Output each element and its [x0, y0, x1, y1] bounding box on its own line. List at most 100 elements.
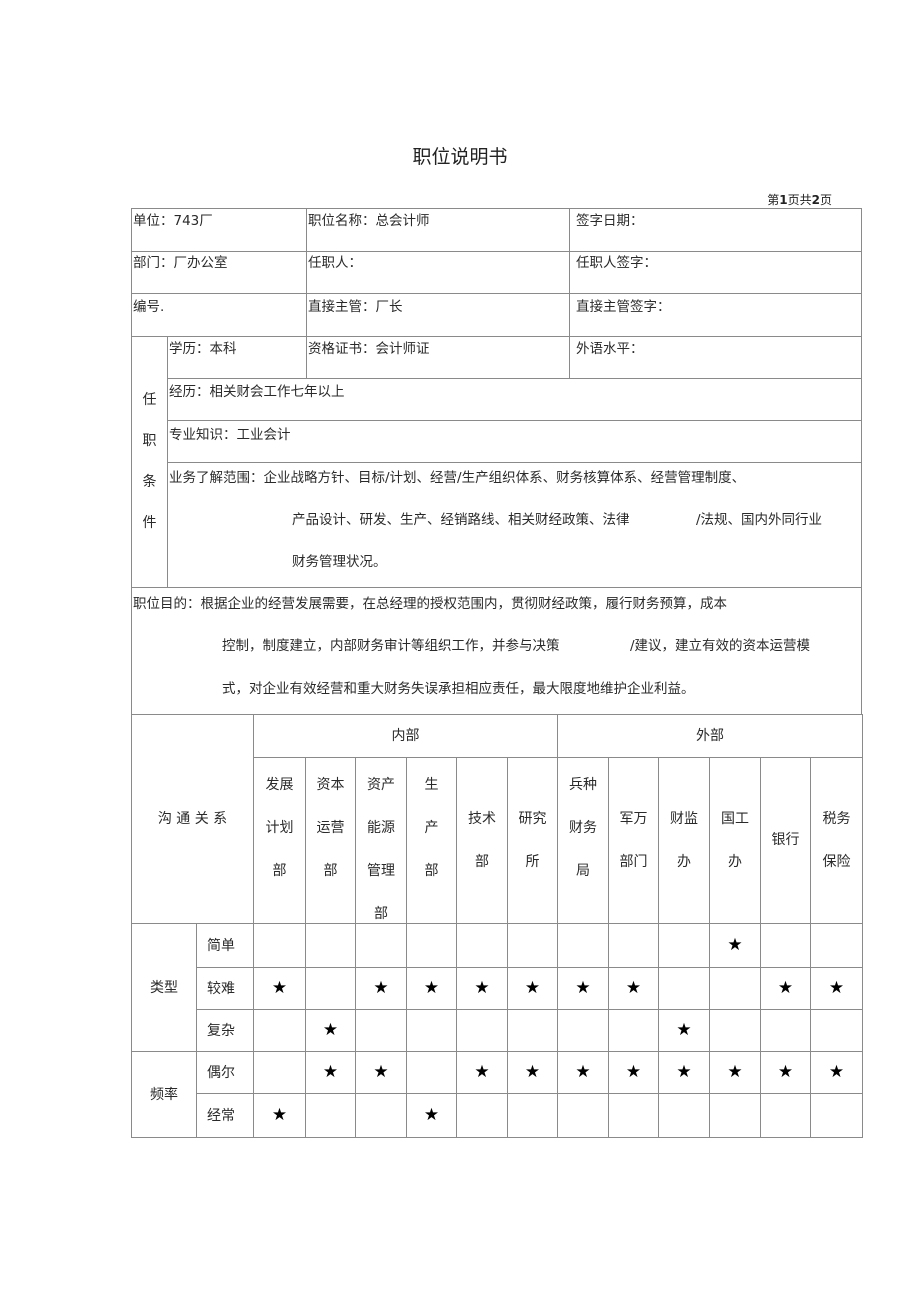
- mark-cell[interactable]: ★: [456, 967, 508, 1010]
- mark-cell[interactable]: [658, 967, 710, 1010]
- mark-cell[interactable]: [253, 1009, 306, 1052]
- purpose-line-3: 式，对企业有效经营和重大财务失误承担相应责任，最大限度地维护企业利益。: [222, 681, 695, 697]
- mark-cell[interactable]: ★: [253, 967, 306, 1010]
- mark-cell[interactable]: [305, 967, 356, 1010]
- mark-cell[interactable]: [658, 1093, 710, 1138]
- incumbent-cell[interactable]: 任职人：: [306, 251, 570, 294]
- number-cell[interactable]: 编号.: [131, 293, 307, 337]
- mark-cell[interactable]: [355, 1009, 407, 1052]
- column-header-line: 办: [728, 853, 742, 870]
- mark-cell[interactable]: [760, 1093, 811, 1138]
- mark-cell[interactable]: ★: [557, 967, 609, 1010]
- mark-cell[interactable]: ★: [760, 1051, 811, 1094]
- department-cell: 部门：厂办公室: [131, 251, 307, 294]
- mark-cell[interactable]: ★: [760, 967, 811, 1010]
- mark-cell[interactable]: ★: [355, 1051, 407, 1094]
- department-field: 部门：厂办公室: [133, 255, 228, 271]
- mark-cell[interactable]: [507, 923, 558, 968]
- mark-cell[interactable]: [760, 1009, 811, 1052]
- star-icon: ★: [676, 1020, 692, 1040]
- knowledge-cell: 专业知识：工业会计: [167, 420, 862, 463]
- column-header: 研究所: [507, 757, 558, 924]
- mark-cell[interactable]: [810, 923, 863, 968]
- communication-label-cell: 沟 通 关 系: [131, 714, 254, 924]
- mark-cell[interactable]: [305, 923, 356, 968]
- mark-cell[interactable]: ★: [709, 923, 761, 968]
- mark-cell[interactable]: ★: [355, 967, 407, 1010]
- mark-cell[interactable]: ★: [810, 967, 863, 1010]
- mark-cell[interactable]: [456, 1093, 508, 1138]
- star-icon: ★: [777, 1062, 794, 1082]
- mark-cell[interactable]: ★: [507, 1051, 558, 1094]
- star-icon: ★: [423, 978, 440, 998]
- position-name-field: 职位名称：总会计师: [308, 213, 430, 229]
- mark-cell[interactable]: [608, 1009, 659, 1052]
- mark-cell[interactable]: ★: [406, 967, 457, 1010]
- mark-cell[interactable]: [305, 1093, 356, 1138]
- mark-cell[interactable]: ★: [305, 1051, 356, 1094]
- sign-date-field: 签字日期：: [576, 213, 644, 229]
- mark-cell[interactable]: ★: [305, 1009, 356, 1052]
- column-header-line: 兵种: [569, 777, 597, 793]
- external-label: 外部: [696, 728, 724, 744]
- mark-cell[interactable]: [709, 967, 761, 1010]
- star-icon: ★: [524, 1062, 541, 1082]
- mark-cell[interactable]: ★: [406, 1093, 457, 1138]
- mark-cell[interactable]: ★: [557, 1051, 609, 1094]
- mark-cell[interactable]: ★: [456, 1051, 508, 1094]
- mark-cell[interactable]: [507, 1009, 558, 1052]
- mark-cell[interactable]: ★: [658, 1051, 710, 1094]
- mark-cell[interactable]: [355, 1093, 407, 1138]
- supervisor-sign-cell[interactable]: 直接主管签字：: [569, 293, 862, 337]
- mark-cell[interactable]: ★: [810, 1051, 863, 1094]
- incumbent-sign-cell[interactable]: 任职人签字：: [569, 251, 862, 294]
- sign-date-cell[interactable]: 签字日期：: [569, 208, 862, 252]
- knowledge-field: 专业知识：工业会计: [169, 427, 291, 443]
- mark-cell[interactable]: [709, 1009, 761, 1052]
- mark-cell[interactable]: [406, 923, 457, 968]
- row-label: 偶尔: [207, 1064, 235, 1081]
- mark-cell[interactable]: [406, 1051, 457, 1094]
- mark-cell[interactable]: [507, 1093, 558, 1138]
- column-header-line: 研究: [518, 810, 547, 827]
- mark-cell[interactable]: [557, 923, 609, 968]
- mark-cell[interactable]: [608, 1093, 659, 1138]
- mark-cell[interactable]: [456, 923, 508, 968]
- column-header-line: 所: [525, 853, 540, 870]
- mark-cell[interactable]: ★: [253, 1093, 306, 1138]
- mark-cell[interactable]: [760, 923, 811, 968]
- mark-cell[interactable]: [810, 1093, 863, 1138]
- mark-cell[interactable]: ★: [658, 1009, 710, 1052]
- column-header: 生产部: [406, 757, 457, 924]
- mark-cell[interactable]: [810, 1009, 863, 1052]
- mark-cell[interactable]: ★: [709, 1051, 761, 1094]
- star-icon: ★: [474, 978, 490, 998]
- total-pages: 2: [811, 193, 820, 207]
- mark-cell[interactable]: [253, 923, 306, 968]
- column-header-line: 办: [677, 853, 691, 870]
- mark-cell[interactable]: [608, 923, 659, 968]
- position-name-cell: 职位名称：总会计师: [306, 208, 570, 252]
- communication-label: 沟 通 关 系: [157, 811, 228, 827]
- mark-cell[interactable]: [658, 923, 710, 968]
- mark-cell[interactable]: ★: [608, 1051, 659, 1094]
- mark-cell[interactable]: [456, 1009, 508, 1052]
- business-scope-line-2b: /法规、国内外同行业: [696, 512, 823, 528]
- mark-cell[interactable]: [557, 1009, 609, 1052]
- mark-cell[interactable]: [253, 1051, 306, 1094]
- star-icon: ★: [474, 1062, 490, 1082]
- foreign-language-cell[interactable]: 外语水平：: [569, 336, 862, 379]
- mark-cell[interactable]: [406, 1009, 457, 1052]
- business-scope-line-2a: 产品设计、研发、生产、经销路线、相关财经政策、法律: [292, 512, 630, 528]
- mark-cell[interactable]: [709, 1093, 761, 1138]
- star-icon: ★: [271, 978, 288, 998]
- mark-cell[interactable]: ★: [507, 967, 558, 1010]
- star-icon: ★: [575, 1062, 591, 1082]
- supervisor-sign-field: 直接主管签字：: [576, 299, 671, 315]
- mark-cell[interactable]: ★: [608, 967, 659, 1010]
- page-title: 职位说明书: [412, 146, 508, 168]
- mark-cell[interactable]: [355, 923, 407, 968]
- mark-cell[interactable]: [557, 1093, 609, 1138]
- column-header-line: 技术: [468, 810, 496, 827]
- star-icon: ★: [727, 935, 743, 955]
